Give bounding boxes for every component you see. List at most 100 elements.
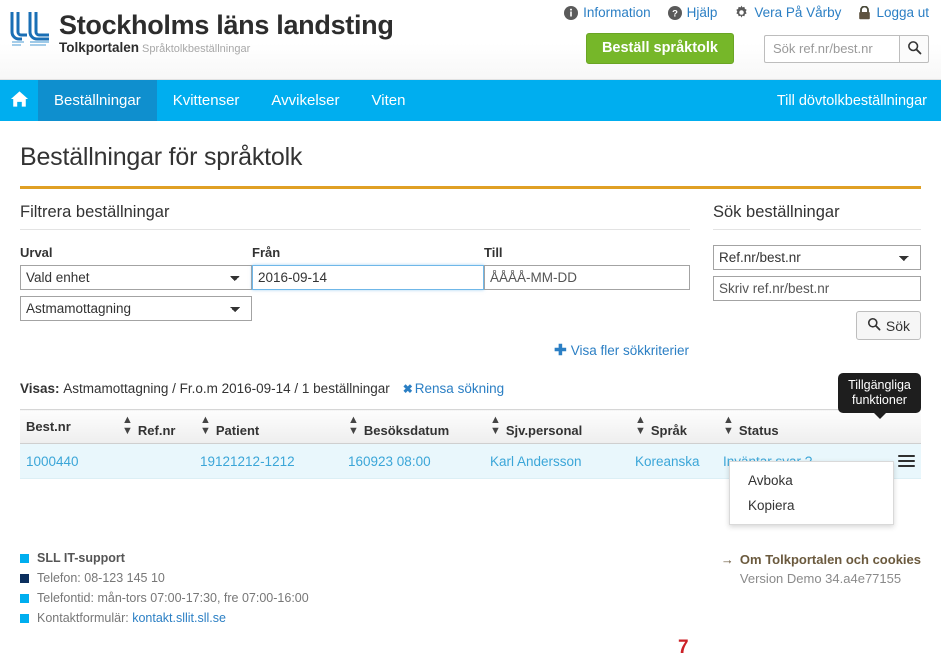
search-icon: [907, 40, 922, 58]
plus-icon: ✚: [554, 342, 567, 359]
page-header: Stockholms läns landsting Tolkportalen Sp…: [0, 0, 941, 80]
footer-contact-row: Kontaktformulär: kontakt.sllit.sll.se: [20, 611, 309, 626]
column-label: Ref.nr: [137, 423, 176, 438]
column-header-besoksdatum[interactable]: ▲ ▼ Besöksdatum: [342, 409, 484, 444]
dropdown-item-kopiera[interactable]: Kopiera: [730, 493, 893, 518]
footer-support: SLL IT-support Telefon: 08-123 145 10 Te…: [20, 551, 309, 631]
nav-link-dovtolkbestallningar[interactable]: Till dövtolkbeställningar: [777, 80, 927, 121]
column-header-actions: [885, 409, 921, 444]
search-submit-button[interactable]: Sök: [855, 311, 921, 340]
square-bullet-icon: [20, 574, 29, 583]
column-header-patient[interactable]: ▲ ▼ Patient: [194, 409, 342, 444]
column-header-sjv-personal[interactable]: ▲ ▼ Sjv.personal: [484, 409, 629, 444]
column-label: Språk: [650, 423, 688, 438]
fran-date-input[interactable]: [252, 265, 484, 290]
footer-phone: Telefon: 08-123 145 10: [37, 571, 165, 585]
row-actions-dropdown: Avboka Kopiera: [729, 461, 894, 525]
search-panel: Sök beställningar Ref.nr/best.nr Sök: [713, 203, 921, 359]
footer-about: → Om Tolkportalen och cookies Version De…: [721, 551, 921, 631]
field-urval: Urval Vald enhet Astmamottagning: [20, 245, 252, 321]
nav-item-label: Viten: [371, 92, 406, 109]
nav-home-button[interactable]: [0, 80, 38, 121]
results-summary: Visas: Astmamottagning / Fr.o.m 2016-09-…: [20, 381, 921, 396]
column-label: Status: [738, 423, 779, 438]
header-link-label: Vera På Vårby: [754, 5, 842, 20]
column-header-ref-nr[interactable]: ▲ ▼ Ref.nr: [116, 409, 194, 444]
filter-fields: Urval Vald enhet Astmamottagning Från Ti…: [20, 245, 690, 321]
nav-item-bestallningar[interactable]: Beställningar: [38, 80, 157, 121]
sort-icon: ▲ ▼: [635, 414, 646, 437]
header-search-input[interactable]: [764, 34, 899, 63]
footer-contact-link[interactable]: kontakt.sllit.sll.se: [132, 611, 226, 626]
column-label: Patient: [215, 423, 260, 438]
search-type-select[interactable]: Ref.nr/best.nr: [713, 245, 921, 270]
header-link-label: Hjälp: [686, 5, 718, 20]
header-link-vera-pa-varby[interactable]: Vera På Vårby: [734, 5, 841, 20]
hamburger-menu-icon[interactable]: [898, 452, 915, 470]
show-more-criteria-label: Visa fler sökkriterier: [570, 342, 689, 358]
search-fields: Ref.nr/best.nr Sök: [713, 245, 921, 340]
brand: Stockholms läns landsting Tolkportalen Sp…: [8, 8, 394, 56]
footer-support-title: SLL IT-support: [37, 551, 125, 565]
sll-logo-icon: [8, 10, 52, 50]
nav-item-avvikelser[interactable]: Avvikelser: [255, 80, 355, 121]
footer-about-link[interactable]: → Om Tolkportalen och cookies: [721, 552, 921, 567]
brand-text: Stockholms läns landsting Tolkportalen Sp…: [59, 8, 394, 56]
tooltip-line-2: funktioner: [852, 393, 907, 407]
header-links: Information ? Hjälp Vera På Vårby Logga …: [564, 5, 929, 20]
tooltip-line-1: Tillgängliga: [848, 378, 911, 392]
dropdown-item-avboka[interactable]: Avboka: [730, 468, 893, 493]
nav-item-kvittenser[interactable]: Kvittenser: [157, 80, 256, 121]
unit-select[interactable]: Astmamottagning: [20, 296, 252, 321]
clear-search-link[interactable]: ✖ Rensa sökning: [403, 381, 504, 396]
cell-patient: 19121212-1212: [194, 443, 342, 479]
svg-text:?: ?: [672, 8, 678, 19]
orders-table-wrapper: Best.nr ▲ ▼ Ref.nr ▲ ▼ Patient ▲ ▼ Besöksdatum…: [20, 373, 921, 525]
urval-select[interactable]: Vald enhet: [20, 265, 252, 290]
footer-hours: Telefontid: mån-tors 07:00-17:30, fre 07…: [37, 591, 309, 605]
header-link-logga-ut[interactable]: Logga ut: [858, 5, 929, 20]
gear-icon: [734, 5, 749, 20]
field-till: Till: [484, 245, 690, 321]
brand-sub-bold: Tolkportalen: [59, 40, 140, 55]
column-header-status[interactable]: ▲ ▼ Status: [717, 409, 885, 444]
nav-item-label: Beställningar: [54, 92, 141, 109]
header-actions: Beställ språktolk: [585, 33, 929, 64]
till-date-input[interactable]: [484, 265, 690, 290]
square-bullet-icon: [20, 554, 29, 563]
show-more-criteria-link[interactable]: ✚ Visa fler sökkriterier: [554, 341, 689, 359]
cell-best-nr[interactable]: 1000440: [20, 443, 116, 479]
lock-icon: [858, 5, 871, 20]
home-icon: [10, 90, 29, 111]
header-link-hjalp[interactable]: ? Hjälp: [667, 5, 718, 20]
field-label-till: Till: [484, 245, 503, 260]
field-label-urval: Urval: [20, 245, 53, 260]
summary-text: Astmamottagning / Fr.o.m 2016-09-14 / 1 …: [63, 381, 390, 396]
search-submit-row: Sök: [713, 311, 921, 340]
column-header-sprak[interactable]: ▲ ▼ Språk: [629, 409, 717, 444]
page-title: Beställningar för språktolk: [20, 143, 303, 171]
annotation-marker-7: 7: [678, 637, 689, 658]
sort-icon: ▲ ▼: [348, 414, 359, 437]
summary-prefix: Visas:: [20, 381, 60, 396]
column-header-best-nr[interactable]: Best.nr: [20, 409, 116, 444]
field-label-fran: Från: [252, 245, 281, 260]
sort-icon: ▲ ▼: [490, 414, 501, 437]
nav-item-viten[interactable]: Viten: [356, 80, 422, 121]
column-label: Sjv.personal: [505, 423, 583, 438]
orders-table-head: Best.nr ▲ ▼ Ref.nr ▲ ▼ Patient ▲ ▼ Besöksdatum…: [20, 409, 921, 444]
order-interpreter-button[interactable]: Beställ språktolk: [585, 33, 734, 64]
brand-title: Stockholms läns landsting: [59, 10, 394, 40]
page-footer: SLL IT-support Telefon: 08-123 145 10 Te…: [0, 551, 941, 631]
cell-besoksdatum: 160923 08:00: [342, 443, 484, 479]
search-query-input[interactable]: [713, 276, 921, 301]
header-search-group: [764, 34, 929, 63]
header-search-button[interactable]: [899, 34, 929, 63]
footer-phone-row: Telefon: 08-123 145 10: [20, 571, 309, 586]
brand-subtitle: Tolkportalen Språktolkbeställningar: [59, 41, 394, 56]
square-bullet-icon: [20, 614, 29, 623]
footer-support-title-row: SLL IT-support: [20, 551, 309, 566]
footer-hours-row: Telefontid: mån-tors 07:00-17:30, fre 07…: [20, 591, 309, 606]
header-link-information[interactable]: Information: [564, 5, 651, 20]
filter-heading: Filtrera beställningar: [20, 203, 690, 230]
